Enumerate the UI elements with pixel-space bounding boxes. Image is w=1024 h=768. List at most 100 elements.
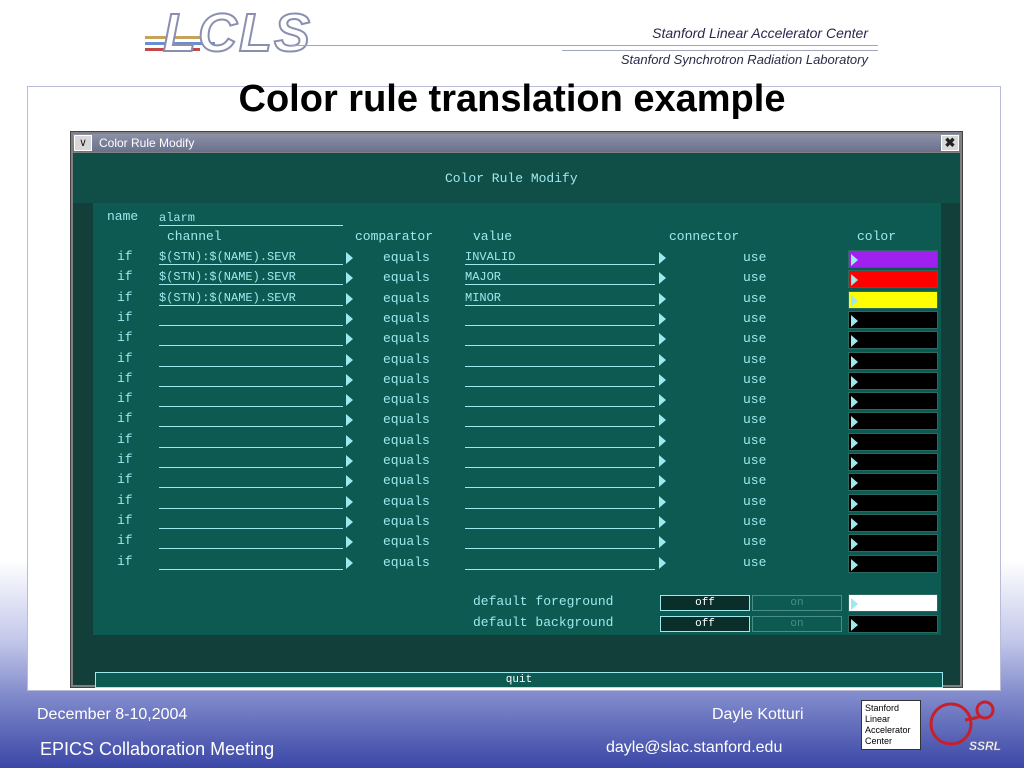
- menu-arrow-icon[interactable]: [346, 495, 353, 508]
- rule-comparator[interactable]: equals: [383, 494, 430, 509]
- rule-color-swatch[interactable]: [848, 351, 938, 370]
- rule-connector[interactable]: use: [743, 433, 766, 448]
- menu-arrow-icon[interactable]: [346, 556, 353, 569]
- rule-comparator[interactable]: equals: [383, 372, 430, 387]
- rule-color-swatch[interactable]: [848, 513, 938, 532]
- rule-channel-input[interactable]: $(STN):$(NAME).SEVR: [159, 250, 343, 265]
- rule-value-input[interactable]: [465, 453, 655, 468]
- rule-channel-input[interactable]: [159, 473, 343, 489]
- bg-on-button[interactable]: on: [752, 616, 842, 632]
- menu-arrow-icon[interactable]: [659, 455, 666, 467]
- rule-comparator[interactable]: equals: [383, 311, 430, 326]
- rule-comparator[interactable]: equals: [383, 250, 430, 265]
- rule-connector[interactable]: use: [743, 392, 766, 407]
- rule-comparator[interactable]: equals: [383, 473, 430, 488]
- rule-value-input[interactable]: [465, 473, 655, 489]
- quit-button[interactable]: quit: [95, 672, 943, 688]
- menu-arrow-icon[interactable]: [346, 292, 353, 305]
- rule-value-input[interactable]: [465, 372, 655, 387]
- window-menu-icon[interactable]: ∨: [74, 135, 92, 151]
- rule-comparator[interactable]: equals: [383, 514, 430, 529]
- rule-comparator[interactable]: equals: [383, 433, 430, 448]
- menu-arrow-icon[interactable]: [659, 333, 666, 346]
- rule-connector[interactable]: use: [743, 514, 766, 529]
- name-input[interactable]: alarm: [159, 211, 343, 226]
- rule-comparator[interactable]: equals: [383, 412, 430, 427]
- rule-value-input[interactable]: MINOR: [465, 291, 655, 306]
- rule-value-input[interactable]: INVALID: [465, 250, 655, 265]
- bg-color-swatch[interactable]: [848, 615, 938, 633]
- rule-channel-input[interactable]: [159, 331, 343, 347]
- menu-arrow-icon[interactable]: [659, 515, 666, 528]
- rule-color-swatch[interactable]: [848, 493, 938, 512]
- menu-arrow-icon[interactable]: [659, 556, 666, 569]
- rule-color-swatch[interactable]: [848, 331, 938, 350]
- rule-channel-input[interactable]: $(STN):$(NAME).SEVR: [159, 270, 343, 286]
- menu-arrow-icon[interactable]: [346, 455, 353, 467]
- rule-color-swatch[interactable]: [848, 432, 938, 451]
- rule-channel-input[interactable]: [159, 494, 343, 509]
- rule-channel-input[interactable]: [159, 372, 343, 387]
- rule-comparator[interactable]: equals: [383, 555, 430, 570]
- rule-connector[interactable]: use: [743, 473, 766, 488]
- rule-value-input[interactable]: [465, 352, 655, 367]
- menu-arrow-icon[interactable]: [659, 434, 666, 447]
- rule-channel-input[interactable]: [159, 514, 343, 529]
- menu-arrow-icon[interactable]: [659, 475, 666, 488]
- rule-color-swatch[interactable]: [848, 250, 938, 268]
- rule-channel-input[interactable]: [159, 534, 343, 550]
- rule-channel-input[interactable]: [159, 352, 343, 367]
- rule-channel-input[interactable]: $(STN):$(NAME).SEVR: [159, 291, 343, 306]
- menu-arrow-icon[interactable]: [659, 394, 666, 407]
- rule-connector[interactable]: use: [743, 412, 766, 427]
- rule-connector[interactable]: use: [743, 250, 766, 265]
- rule-color-swatch[interactable]: [848, 453, 938, 471]
- menu-arrow-icon[interactable]: [346, 414, 353, 427]
- rule-value-input[interactable]: [465, 555, 655, 570]
- rule-color-swatch[interactable]: [848, 554, 938, 573]
- rule-value-input[interactable]: [465, 412, 655, 428]
- menu-arrow-icon[interactable]: [659, 536, 666, 549]
- fg-off-button[interactable]: off: [660, 595, 750, 611]
- rule-color-swatch[interactable]: [848, 270, 938, 289]
- rule-comparator[interactable]: equals: [383, 534, 430, 549]
- rule-color-swatch[interactable]: [848, 473, 938, 492]
- rule-comparator[interactable]: equals: [383, 392, 430, 407]
- rule-value-input[interactable]: [465, 433, 655, 448]
- menu-arrow-icon[interactable]: [346, 536, 353, 549]
- menu-arrow-icon[interactable]: [346, 434, 353, 447]
- rule-color-swatch[interactable]: [848, 310, 938, 329]
- rule-connector[interactable]: use: [743, 555, 766, 570]
- rule-connector[interactable]: use: [743, 534, 766, 549]
- rule-connector[interactable]: use: [743, 331, 766, 346]
- rule-channel-input[interactable]: [159, 453, 343, 468]
- menu-arrow-icon[interactable]: [659, 353, 666, 366]
- rule-value-input[interactable]: [465, 534, 655, 550]
- rule-connector[interactable]: use: [743, 291, 766, 306]
- menu-arrow-icon[interactable]: [659, 414, 666, 427]
- menu-arrow-icon[interactable]: [659, 495, 666, 508]
- rule-comparator[interactable]: equals: [383, 270, 430, 285]
- close-icon[interactable]: ✖: [941, 135, 959, 151]
- rule-connector[interactable]: use: [743, 311, 766, 326]
- rule-color-swatch[interactable]: [848, 290, 938, 309]
- menu-arrow-icon[interactable]: [659, 252, 666, 264]
- menu-arrow-icon[interactable]: [346, 475, 353, 488]
- rule-channel-input[interactable]: [159, 412, 343, 428]
- menu-arrow-icon[interactable]: [346, 353, 353, 366]
- rule-connector[interactable]: use: [743, 372, 766, 387]
- rule-channel-input[interactable]: [159, 311, 343, 326]
- rule-value-input[interactable]: [465, 311, 655, 326]
- menu-arrow-icon[interactable]: [659, 373, 666, 386]
- menu-arrow-icon[interactable]: [659, 272, 666, 285]
- rule-value-input[interactable]: MAJOR: [465, 270, 655, 286]
- menu-arrow-icon[interactable]: [346, 515, 353, 528]
- rule-connector[interactable]: use: [743, 453, 766, 468]
- rule-color-swatch[interactable]: [848, 412, 938, 431]
- menu-arrow-icon[interactable]: [346, 312, 353, 325]
- rule-comparator[interactable]: equals: [383, 291, 430, 306]
- rule-value-input[interactable]: [465, 514, 655, 529]
- rule-comparator[interactable]: equals: [383, 352, 430, 367]
- rule-color-swatch[interactable]: [848, 392, 938, 411]
- menu-arrow-icon[interactable]: [659, 312, 666, 325]
